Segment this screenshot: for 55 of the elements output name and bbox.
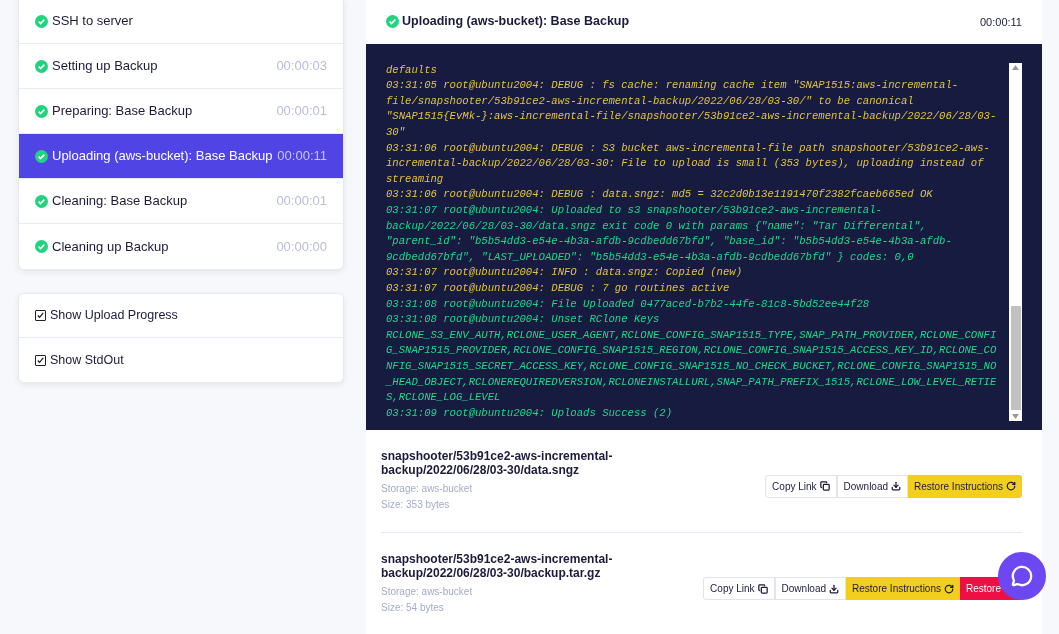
file-action-button[interactable]: Download <box>774 577 847 600</box>
step-label: Setting up Backup <box>52 57 159 76</box>
step-item[interactable]: Uploading (aws-bucket): Base Backup 00:00:11 <box>19 134 343 179</box>
download-icon <box>829 583 840 594</box>
step-time: 00:00:03 <box>276 57 327 76</box>
file-storage: Storage: aws-bucket <box>381 482 474 496</box>
file-action-button[interactable]: Restore Instructions <box>846 577 960 600</box>
file-size: Size: 54 bytes <box>381 600 445 615</box>
log-line: 03:31:07 root@ubuntu2004: INFO : data.sngz: Copied (new) <box>386 265 743 281</box>
log-line: 03:31:05 root@ubuntu2004: DEBUG : fs cache: renaming cache item "SNAP1515:aws-incremental-file/snapshooter/53b91ce2-aws-incremental-backup/2022/06/28/03-30/" to be canonical "SNAP1515{EvMk-}:aws-incremental-file/snapshooter/53b91ce2-aws-incremental-backup/2022/06/28/03-30" <box>386 78 997 140</box>
log-line: 03:31:06 root@ubuntu2004: DEBUG : S3 bucket aws-incremental-file path snapshooter/53b91ce2-aws-incremental-backup/2022/06/28/03-30: File to upload is small (353 bytes), uploading instead of streaming <box>386 140 991 187</box>
scroll-down-icon[interactable] <box>1012 413 1019 419</box>
elapsed-time: 00:00:11 <box>980 14 1022 30</box>
log-line: 03:31:09 root@ubuntu2004: Uploads Success (2) <box>386 405 674 421</box>
log-line: 03:31:08 root@ubuntu2004: Unset RClone Keys RCLONE_S3_ENV_AUTH,RCLONE_USER_AGENT,RCLONE_CONFIG_SNAP1515_TYPE,SNAP_PATH_PROVIDER,RCLONE_CONFIG_SNAP1515_PROVIDER,RCLONE_CONFIG_SNAP1515_REGION,RCLONE_CONFIG_SNAP1515_ACCESS_KEY_ID,RCLONE_CONFIG_SNAP1515_SECRET_ACCESS_KEY,RCLONE_CONFIG_SNAP1515_NO_CHECK_BUCKET,RCLONE_CONFIG_SNAP1515_NO_HEAD_OBJECT,RCLONEREQUIREDVERSION,RCLONEINSTALLURL,SNAP_PATH_PREFIX_1515,RCLONE_LOW_LEVEL_RETIES,RCLONE_LOG_LEVEL <box>386 312 997 406</box>
file-action-button[interactable]: Copy Link <box>765 474 837 498</box>
step-label: Preparing: Base Backup <box>52 102 194 121</box>
step-item[interactable]: SSH to server <box>19 0 343 44</box>
option-label: Show Upload Progress <box>50 307 178 325</box>
step-time: 00:00:11 <box>277 147 327 166</box>
file-storage: Storage: aws-bucket <box>381 584 474 599</box>
copy-icon <box>819 481 830 491</box>
step-label: Uploading (aws-bucket): Base Backup <box>52 147 274 166</box>
step-time: 00:00:00 <box>276 237 327 256</box>
step-label: SSH to server <box>52 12 134 31</box>
refresh-icon <box>1006 481 1016 491</box>
step-label: Cleaning up Backup <box>52 237 170 256</box>
log-line: defaults <box>386 62 438 78</box>
chat-icon <box>1011 565 1033 587</box>
checkbox[interactable] <box>35 354 46 366</box>
step-title: Uploading (aws-bucket): Base Backup <box>402 13 631 31</box>
scrollbar-thumb[interactable] <box>1010 305 1021 410</box>
download-icon <box>891 481 902 491</box>
step-time: 00:00:01 <box>276 192 327 211</box>
step-item[interactable]: Setting up Backup 00:00:03 <box>19 44 343 89</box>
log-line: 03:31:07 root@ubuntu2004: DEBUG : 7 go routines active <box>386 280 731 296</box>
file-path: snapshooter/53b91ce2-aws-incremental-backup/2022/06/28/03-30/backup.tar.gz <box>381 551 614 580</box>
scroll-up-icon[interactable] <box>1012 64 1019 70</box>
log-line: 03:31:06 root@ubuntu2004: DEBUG : data.sngz: md5 = 32c2d0b13e1191470f2382fcaeb665ed OK <box>386 187 934 203</box>
file-action-button[interactable]: Copy Link <box>703 577 775 600</box>
refresh-icon <box>944 583 954 594</box>
checkbox[interactable] <box>35 310 46 321</box>
log-line: 03:31:07 root@ubuntu2004: Uploaded to s3 snapshooter/53b91ce2-aws-incremental-backup/2022/06/28/03-30/data.sngz exit code 0 with params {"name": "Tar Differental", "parent_id": "b5b54dd3-e54e-4b3a-afdb-9cdbedd67bfd", "base_id": "b5b54dd3-e54e-4b3a-afdb-9cdbedd67bfd", "LAST_UPLOADED": "b5b54dd3-e54e-4b3a-afdb-9cdbedd67bfd" } codes: 0,0 <box>386 202 953 265</box>
file-path: snapshooter/53b91ce2-aws-incremental-backup/2022/06/28/03-30/data.sngz <box>381 449 614 477</box>
file-action-button[interactable]: Download <box>836 474 909 498</box>
scrollbar[interactable] <box>1009 62 1022 421</box>
step-time: 00:00:01 <box>276 102 327 121</box>
step-item[interactable]: Cleaning: Base Backup 00:00:01 <box>19 179 343 224</box>
copy-icon <box>757 583 768 594</box>
file-action-button[interactable]: Restore Instructions <box>908 474 1022 498</box>
step-item[interactable]: Cleaning up Backup 00:00:00 <box>19 224 343 269</box>
log-line: 03:31:08 root@ubuntu2004: File Uploaded 0477aced-b7b2-44fe-81c8-5bd52ee44f28 <box>386 296 871 312</box>
option-label: Show StdOut <box>50 351 124 369</box>
step-label: Cleaning: Base Backup <box>52 192 189 211</box>
file-size: Size: 353 bytes <box>381 498 451 512</box>
